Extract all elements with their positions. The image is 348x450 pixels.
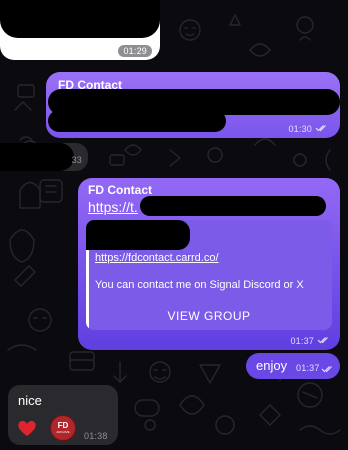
redacted-content bbox=[86, 220, 190, 250]
message-text: enjoy bbox=[256, 358, 288, 373]
message-time: 01:29 bbox=[118, 45, 152, 57]
redacted-content bbox=[0, 0, 160, 38]
message-bubble-incoming-3[interactable]: 33 bbox=[0, 143, 88, 171]
sender-name: FD Contact bbox=[88, 183, 152, 197]
message-text: nice bbox=[18, 393, 42, 408]
reaction-bar[interactable]: FD ARCHIVE bbox=[16, 414, 80, 441]
message-bubble-incoming-6[interactable]: nice FD ARCHIVE 01:38 bbox=[8, 385, 118, 445]
redacted-content bbox=[0, 143, 74, 171]
redacted-content bbox=[140, 196, 326, 216]
message-bubble-outgoing-5[interactable]: enjoy 01:37 bbox=[246, 353, 340, 379]
preview-url[interactable]: https://fdcontact.carrd.co/ bbox=[95, 252, 219, 264]
message-time: 01:30 bbox=[288, 124, 312, 134]
message-time: 01:38 bbox=[84, 431, 108, 441]
message-bubble-incoming-1[interactable]: 01:29 bbox=[0, 0, 160, 60]
preview-description: You can contact me on Signal Discord or … bbox=[95, 279, 304, 291]
double-check-icon bbox=[321, 366, 332, 373]
message-bubble-outgoing-2[interactable]: FD Contact 01:30 bbox=[46, 72, 340, 138]
message-time: 01:37 bbox=[290, 336, 314, 346]
redacted-content bbox=[48, 110, 226, 132]
double-check-icon bbox=[317, 337, 328, 344]
message-bubble-outgoing-4[interactable]: FD Contact https://t. https://fdcontact.… bbox=[78, 178, 340, 350]
message-time: 33 bbox=[71, 155, 82, 165]
double-check-icon bbox=[315, 125, 326, 132]
fd-archive-sticker[interactable]: FD ARCHIVE bbox=[50, 415, 76, 441]
message-link[interactable]: https://t. bbox=[88, 199, 138, 215]
view-group-button[interactable]: VIEW GROUP bbox=[86, 309, 332, 323]
link-preview-card[interactable]: https://fdcontact.carrd.co/ You can cont… bbox=[86, 220, 332, 330]
heart-icon[interactable] bbox=[16, 418, 38, 438]
message-time: 01:37 bbox=[296, 363, 320, 373]
